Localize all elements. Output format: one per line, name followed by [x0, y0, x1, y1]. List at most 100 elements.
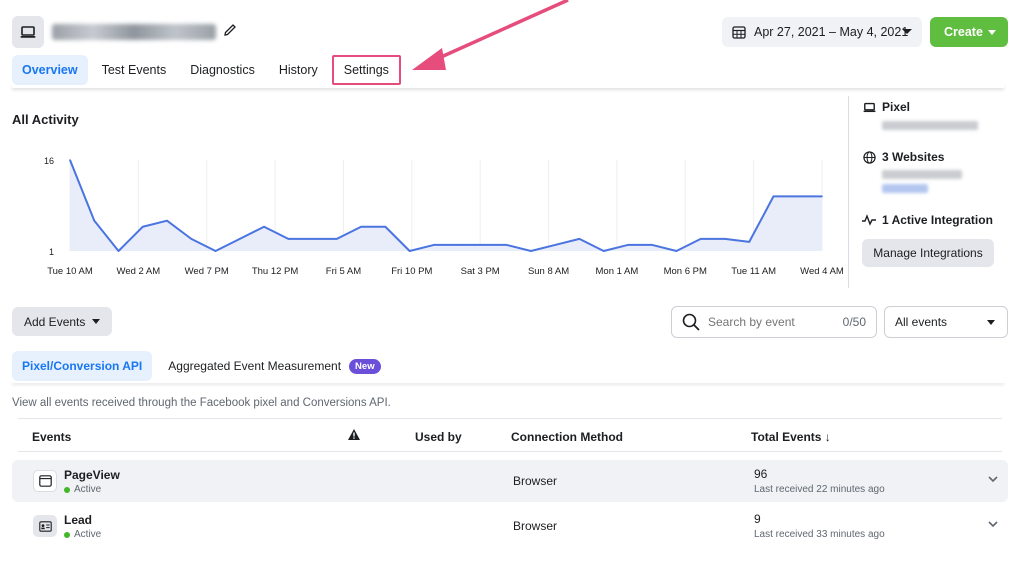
status-dot	[64, 531, 70, 538]
pixel-label: Pixel	[882, 100, 911, 114]
chart-point	[530, 250, 532, 252]
chart-point	[457, 244, 459, 246]
connection-method: Browser	[513, 474, 558, 488]
chart-point	[675, 250, 678, 252]
chart-point	[69, 159, 71, 161]
y-tick-label: 16	[44, 156, 54, 166]
websites-label: 3 Websites	[882, 150, 945, 164]
website-link-redacted	[882, 184, 928, 193]
chevron-down-icon[interactable]	[988, 476, 998, 483]
status-dot	[64, 486, 70, 493]
chart-point	[311, 238, 314, 240]
website-url-redacted	[882, 170, 962, 179]
chart-point	[263, 225, 265, 228]
chart-point	[93, 219, 96, 222]
add-events-label: Add Events	[24, 314, 86, 329]
chart-point	[554, 244, 556, 246]
activity-pulse-icon	[862, 214, 876, 226]
id-card-icon	[33, 515, 57, 537]
last-received: Last received 22 minutes ago	[754, 484, 885, 495]
event-status-label: Active	[74, 529, 102, 540]
chevron-down-icon[interactable]	[988, 521, 998, 528]
all-activity-title: All Activity	[12, 112, 79, 127]
col-connection-method: Connection Method	[511, 430, 623, 444]
search-input[interactable]	[708, 315, 828, 329]
pixel-name-redacted	[52, 24, 216, 40]
globe-icon	[862, 150, 876, 164]
x-tick-label: Mon 1 AM	[596, 266, 639, 277]
caret-down-icon	[988, 30, 996, 35]
x-tick-label: Wed 4 AM	[800, 266, 844, 277]
event-status: Active	[64, 529, 101, 540]
x-tick-label: Mon 6 PM	[664, 266, 707, 277]
x-tick-label: Thu 12 PM	[252, 266, 299, 277]
pixel-summary-panel: Pixel 3 Websites 1 Active Integration Ma…	[862, 100, 1012, 267]
calendar-icon	[732, 26, 746, 39]
side-divider	[848, 96, 849, 288]
chart-point	[821, 195, 823, 198]
chart-point	[141, 225, 144, 228]
chart-point	[505, 244, 508, 246]
laptop-icon	[863, 102, 875, 112]
table-row[interactable]: Lead Active Browser 9 Last received 33 m…	[12, 505, 1008, 547]
create-button[interactable]: Create	[930, 17, 1008, 47]
edit-pencil-icon[interactable]	[222, 22, 238, 38]
subtabs-divider	[12, 380, 1004, 383]
annotation-arrow-icon	[412, 0, 569, 70]
chart-point	[772, 195, 775, 198]
search-count: 0/50	[842, 315, 866, 329]
search-icon	[682, 313, 700, 331]
events-table-header: Events Used by Connection Method Total E…	[18, 418, 1002, 452]
x-tick-label: Fri 10 PM	[391, 266, 432, 277]
event-filter-label: All events	[895, 315, 948, 329]
event-name: PageView	[64, 468, 120, 482]
new-badge: New	[349, 358, 381, 374]
x-tick-label: Tue 11 AM	[731, 266, 776, 277]
caret-down-icon	[987, 320, 995, 325]
chart-point	[748, 241, 751, 243]
event-source-tabs: Pixel/Conversion API Aggregated Event Me…	[12, 351, 397, 381]
pixel-avatar	[12, 16, 44, 48]
event-name: Lead	[64, 513, 93, 527]
table-row[interactable]: PageView Active Browser 96 Last received…	[12, 460, 1008, 502]
chart-point	[796, 195, 799, 198]
event-filter-select[interactable]: All events	[884, 306, 1008, 338]
col-total-events[interactable]: Total Events ↓	[751, 430, 831, 444]
chart-point	[627, 244, 629, 246]
add-events-button[interactable]: Add Events	[12, 307, 112, 336]
tab-test-events[interactable]: Test Events	[92, 55, 177, 85]
x-tick-label: Sun 8 AM	[528, 266, 569, 277]
chart-point	[578, 238, 581, 240]
websites-row: 3 Websites	[862, 150, 1012, 164]
tab-history[interactable]: History	[269, 55, 328, 85]
tab-aggregated-event-measurement[interactable]: Aggregated Event Measurement New	[158, 351, 390, 381]
event-status: Active	[64, 484, 101, 495]
last-received: Last received 33 minutes ago	[754, 529, 885, 540]
tab-pixel-conversion-api[interactable]: Pixel/Conversion API	[12, 351, 153, 381]
y-tick-label: 1	[49, 247, 54, 257]
chart-point	[699, 238, 702, 240]
tab-overview[interactable]: Overview	[12, 55, 88, 85]
chart-point	[481, 244, 484, 246]
activity-chart: 16 1 Tue 10 AM Wed 2 AM Wed 7 PM Thu 12 PM Fri…	[44, 156, 844, 277]
chart-point	[360, 225, 362, 228]
chart-point	[117, 250, 120, 252]
date-range-label: Apr 27, 2021 – May 4, 2021	[754, 25, 909, 39]
chart-point	[239, 238, 241, 240]
laptop-icon	[20, 26, 36, 38]
event-search: 0/50	[671, 306, 877, 338]
create-label: Create	[944, 25, 983, 39]
top-bar: Apr 27, 2021 – May 4, 2021 Create Overvi…	[0, 0, 1024, 92]
caret-down-icon	[92, 319, 100, 324]
integration-row: 1 Active Integration	[862, 213, 1012, 227]
chart-point	[336, 238, 338, 240]
events-description: View all events received through the Fac…	[12, 397, 391, 409]
chart-point	[214, 250, 217, 252]
manage-integrations-button[interactable]: Manage Integrations	[862, 239, 994, 267]
x-tick-label: Wed 7 PM	[185, 266, 229, 277]
aem-tab-label: Aggregated Event Measurement	[168, 359, 342, 373]
tab-diagnostics[interactable]: Diagnostics	[180, 55, 265, 85]
date-range-picker[interactable]: Apr 27, 2021 – May 4, 2021	[722, 17, 922, 47]
event-status-label: Active	[74, 484, 102, 495]
chart-point	[433, 244, 435, 246]
